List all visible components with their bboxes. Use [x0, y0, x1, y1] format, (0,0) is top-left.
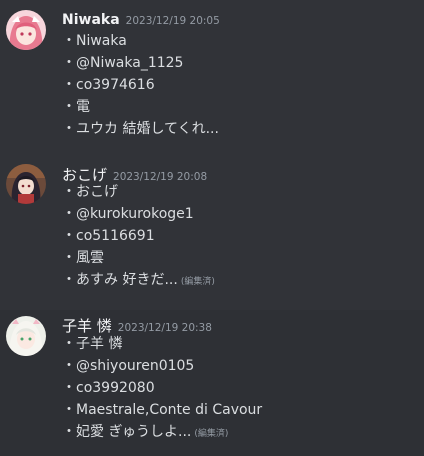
message-line: ・@kurokurokoge1 [62, 206, 194, 222]
message-line: ・ユウカ 結婚してくれ... [62, 121, 219, 137]
message-shiyouren: 子羊 憐 2023/12/19 20:38 ・子羊 憐 ・@shiyouren01… [0, 310, 424, 456]
message-line: ・あすみ 好きだ... (編集済) [62, 269, 215, 291]
message-okoge: おこげ 2023/12/19 20:08 ・おこげ ・@kurokurokoge1… [0, 150, 424, 300]
message-line: ・co3992080 [62, 380, 155, 396]
dark-hair-character-avatar-icon [6, 164, 46, 204]
message-line: ・Niwaka [62, 33, 127, 49]
pink-hair-character-avatar-icon [6, 10, 46, 50]
white-hair-character-avatar-icon [6, 316, 46, 356]
edited-label: (編集済) [180, 277, 215, 287]
avatar[interactable] [6, 316, 46, 356]
message-line: ・電 [62, 99, 90, 115]
timestamp: 2023/12/19 20:05 [125, 15, 220, 27]
message-line: ・妃愛 ぎゅうしよ... (編集済) [62, 421, 262, 443]
message-niwaka: Niwaka 2023/12/19 20:05 ・Niwaka ・@Niwaka_… [0, 0, 424, 150]
username[interactable]: Niwaka [62, 12, 120, 28]
message-line: ・@Niwaka_1125 [62, 55, 184, 71]
message-header: 子羊 憐 2023/12/19 20:38 [62, 315, 212, 335]
message-line: ・風雲 [62, 250, 104, 266]
message-line: ・co5116691 [62, 228, 155, 244]
edited-label: (編集済) [194, 429, 229, 439]
message-line: ・@shiyouren0105 [62, 358, 195, 374]
message-header: Niwaka 2023/12/19 20:05 [62, 9, 220, 29]
avatar[interactable] [6, 10, 46, 50]
chat-message-list: Niwaka 2023/12/19 20:05 ・Niwaka ・@Niwaka_… [0, 0, 424, 456]
message-line: ・おこげ [62, 184, 118, 200]
message-line: ・co3974616 [62, 77, 155, 93]
avatar[interactable] [6, 164, 46, 204]
message-line-text: ・あすみ 好きだ... [62, 272, 178, 288]
message-content: ・おこげ ・@kurokurokoge1 ・co5116691 ・風雲 ・あすみ… [62, 181, 215, 291]
message-line: ・Maestrale,Conte di Cavour [62, 402, 263, 418]
message-content: ・Niwaka ・@Niwaka_1125 ・co3974616 ・電 ・ユウカ… [62, 30, 219, 140]
message-line-text: ・妃愛 ぎゅうしよ... [62, 424, 192, 440]
message-content: ・子羊 憐 ・@shiyouren0105 ・co3992080 ・Maestr… [62, 333, 262, 443]
message-line: ・子羊 憐 [62, 336, 123, 352]
